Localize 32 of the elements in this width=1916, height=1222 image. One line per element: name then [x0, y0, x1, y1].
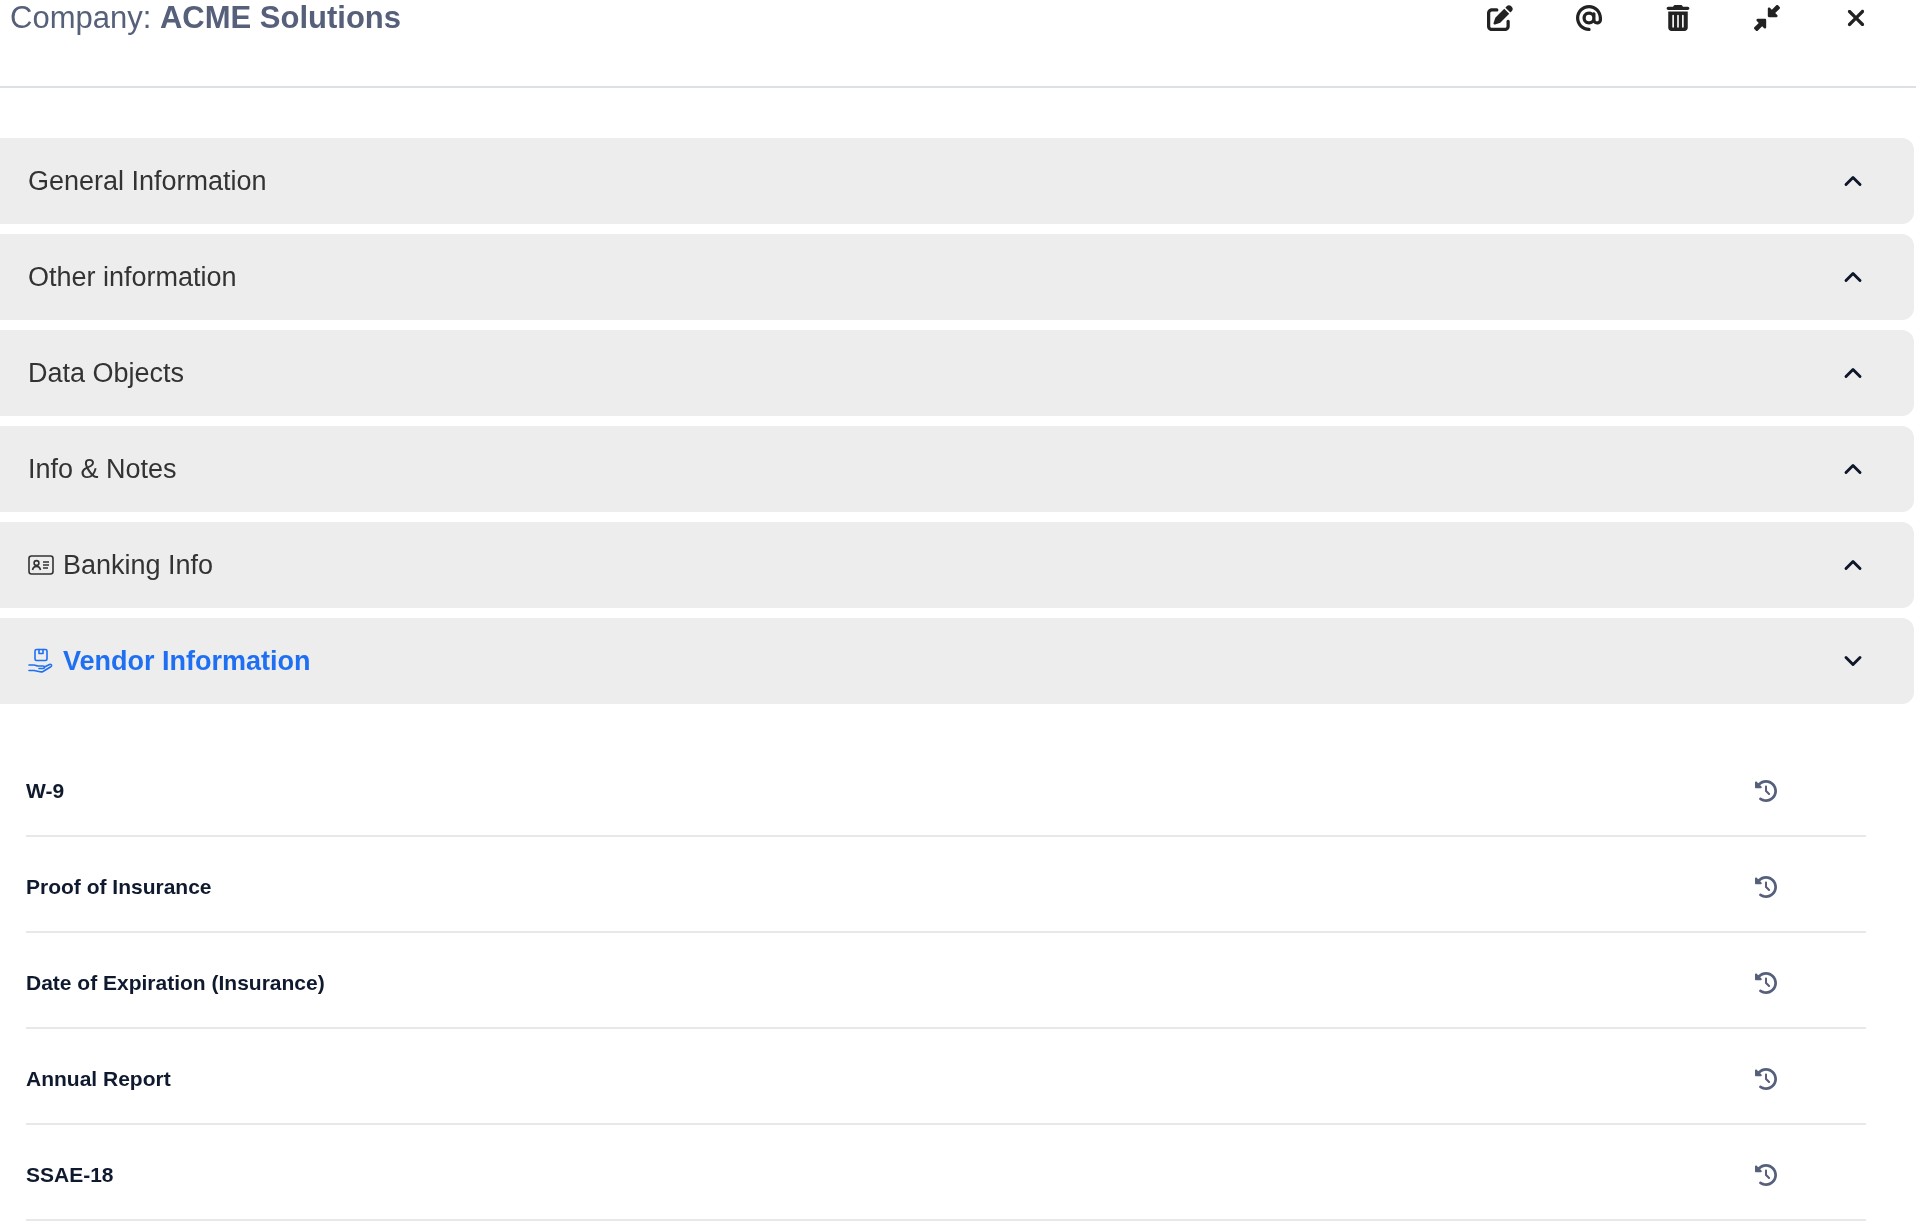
history-button[interactable] [1754, 1067, 1778, 1091]
document-label: Proof of Insurance [26, 874, 212, 901]
history-icon [1755, 1164, 1777, 1186]
history-button[interactable] [1754, 971, 1778, 995]
history-icon [1755, 876, 1777, 898]
mention-button[interactable] [1575, 4, 1603, 32]
history-button[interactable] [1754, 779, 1778, 803]
document-label: Annual Report [26, 1066, 171, 1093]
accordion-header[interactable]: Banking Info [0, 522, 1914, 608]
accordion-header[interactable]: Vendor Information [0, 618, 1914, 704]
compress-icon [1754, 5, 1780, 31]
hand-box-icon [28, 648, 54, 674]
history-button[interactable] [1754, 875, 1778, 899]
document-label: Date of Expiration (Insurance) [26, 970, 325, 997]
edit-icon [1487, 5, 1513, 31]
accordion-header[interactable]: Other information [0, 234, 1914, 320]
page-title: Company: ACME Solutions [10, 0, 401, 36]
edit-button[interactable] [1486, 4, 1514, 32]
history-icon [1755, 1068, 1777, 1090]
history-icon [1755, 972, 1777, 994]
accordion-header[interactable]: Data Objects [0, 330, 1914, 416]
delete-button[interactable] [1664, 4, 1692, 32]
accordion-header[interactable]: General Information [0, 138, 1914, 224]
id-card-icon [28, 555, 54, 575]
history-button[interactable] [1754, 1163, 1778, 1187]
document-label: W-9 [26, 778, 65, 805]
collapse-button[interactable] [1753, 4, 1781, 32]
trash-icon [1665, 5, 1691, 31]
history-icon [1755, 780, 1777, 802]
accordion-header[interactable]: Info & Notes [0, 426, 1914, 512]
at-sign-icon [1576, 5, 1602, 31]
document-label: SSAE-18 [26, 1162, 114, 1189]
